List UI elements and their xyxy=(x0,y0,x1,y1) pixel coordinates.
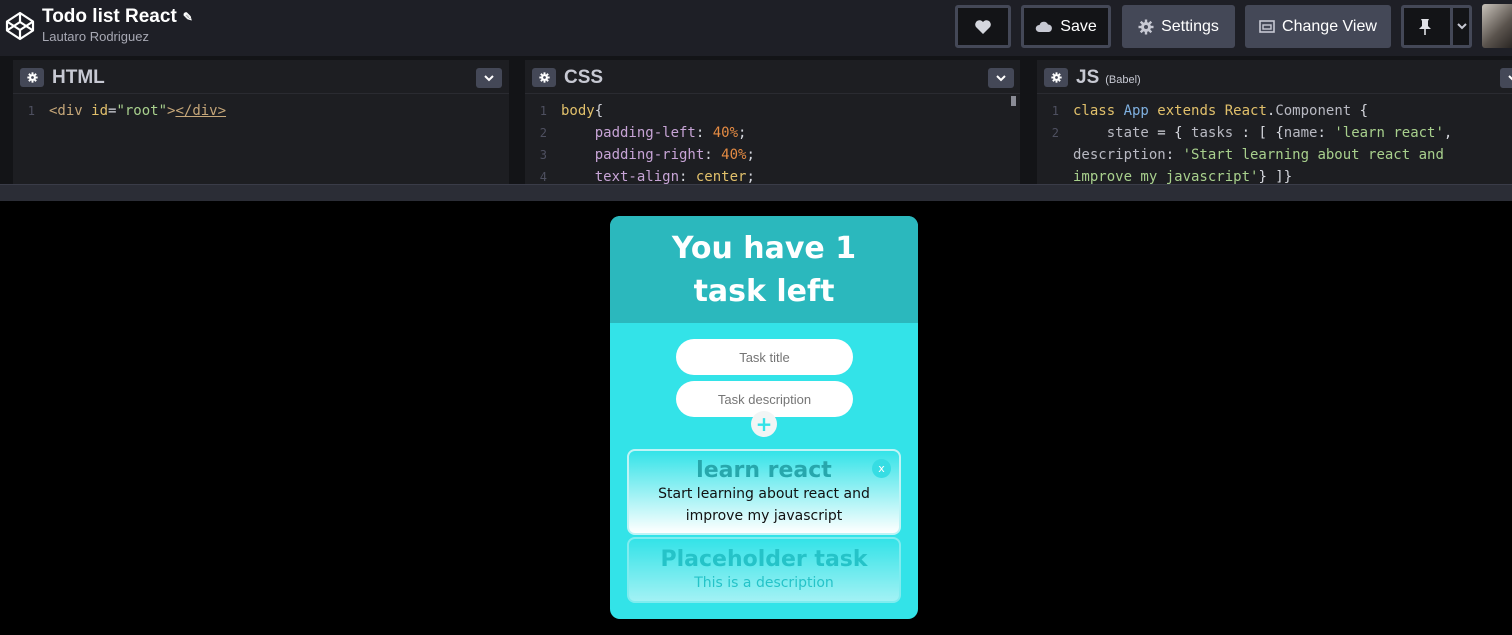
js-code[interactable]: 1 class App extends React. Component { 2 s… xyxy=(1037,94,1512,188)
result-preview: You have 1 task left + learn react Start… xyxy=(0,201,1512,635)
line-number: 2 xyxy=(539,126,547,140)
js-editor-label: JS xyxy=(1076,67,1100,88)
pen-title-block: Todo list React ✎ Lautaro Rodriguez xyxy=(42,6,193,44)
code-line: 1 body{ xyxy=(525,100,1020,122)
line-number: 1 xyxy=(539,104,547,118)
todo-header: You have 1 task left xyxy=(610,216,918,323)
scrollbar-thumb[interactable] xyxy=(1011,96,1016,106)
top-bar: Todo list React ✎ Lautaro Rodriguez Save… xyxy=(0,0,1512,56)
settings-button[interactable]: Settings xyxy=(1122,5,1235,48)
pin-button[interactable] xyxy=(1401,5,1472,48)
pencil-icon[interactable]: ✎ xyxy=(183,10,193,24)
line-number: 1 xyxy=(27,104,35,118)
window-icon xyxy=(1259,20,1275,33)
task-description: Start learning about react and improve m… xyxy=(658,486,870,524)
cloud-icon xyxy=(1036,21,1053,32)
css-editor-title: CSS xyxy=(564,67,604,88)
line-number: 2 xyxy=(1051,126,1059,140)
html-editor-title: HTML xyxy=(52,67,105,88)
chevron-down-icon xyxy=(484,75,494,82)
css-editor[interactable]: CSS 1 body{ 2 padding-left: 40%; 3 paddin… xyxy=(525,60,1020,185)
task-name: Placeholder task xyxy=(660,547,868,572)
placeholder-task-card: Placeholder task This is a description xyxy=(627,537,901,603)
css-collapse-button[interactable] xyxy=(988,68,1014,88)
save-button[interactable]: Save xyxy=(1021,5,1111,48)
css-editor-header: CSS xyxy=(525,60,1020,94)
html-collapse-button[interactable] xyxy=(476,68,502,88)
chevron-down-icon[interactable] xyxy=(1456,18,1468,34)
codepen-logo-icon[interactable] xyxy=(4,10,36,42)
gear-icon xyxy=(538,72,550,83)
heart-icon xyxy=(975,19,991,34)
js-collapse-button[interactable] xyxy=(1500,68,1512,88)
remove-task-button[interactable]: x xyxy=(872,459,891,478)
code-line: 2 padding-left: 40%; xyxy=(525,122,1020,144)
code-line: 1 <div id = "root" > </div> xyxy=(13,100,509,122)
line-number xyxy=(1037,144,1073,166)
chevron-down-icon xyxy=(1508,75,1512,81)
editor-resize-handle[interactable] xyxy=(0,184,1512,201)
save-button-label: Save xyxy=(1060,17,1097,35)
pin-icon xyxy=(1419,18,1431,35)
change-view-button-label: Change View xyxy=(1282,17,1377,35)
task-title-input[interactable] xyxy=(676,339,853,375)
change-view-button[interactable]: Change View xyxy=(1245,5,1391,48)
task-description: This is a description xyxy=(694,575,834,591)
js-settings-button[interactable] xyxy=(1044,68,1068,87)
add-task-button[interactable]: + xyxy=(751,411,777,437)
editor-panels: HTML 1 <div id = "root" > </div> CSS 1 body{ 2… xyxy=(0,56,1512,185)
gear-icon xyxy=(1050,72,1062,83)
css-settings-button[interactable] xyxy=(532,68,556,87)
gear-icon xyxy=(26,72,38,83)
html-editor[interactable]: HTML 1 <div id = "root" > </div> xyxy=(13,60,509,184)
js-editor-header: JS (Babel) xyxy=(1037,60,1512,94)
code-line: 2 state = { tasks : [ {name: 'learn reac… xyxy=(1037,122,1512,144)
html-code[interactable]: 1 <div id = "root" > </div> xyxy=(13,94,509,122)
pen-author[interactable]: Lautaro Rodriguez xyxy=(42,29,193,44)
pen-title[interactable]: Todo list React ✎ xyxy=(42,6,193,28)
html-editor-header: HTML xyxy=(13,60,509,94)
gear-icon xyxy=(1138,19,1154,34)
js-editor[interactable]: JS (Babel) 1 class App extends React. Compo… xyxy=(1037,60,1512,185)
line-number: 3 xyxy=(539,148,547,162)
pen-title-text[interactable]: Todo list React xyxy=(42,6,177,28)
avatar[interactable] xyxy=(1482,4,1512,48)
html-settings-button[interactable] xyxy=(20,68,44,87)
css-code[interactable]: 1 body{ 2 padding-left: 40%; 3 padding-ri… xyxy=(525,94,1020,188)
line-number: 1 xyxy=(1051,104,1059,118)
code-line: 3 padding-right: 40%; xyxy=(525,144,1020,166)
js-editor-preprocessor: (Babel) xyxy=(1105,74,1141,86)
tasks-left-heading: You have 1 task left xyxy=(671,230,857,309)
task-card: learn react Start learning about react a… xyxy=(627,449,901,535)
code-line: description: 'Start learning about react… xyxy=(1037,144,1512,166)
code-line: 1 class App extends React. Component { xyxy=(1037,100,1512,122)
chevron-down-icon xyxy=(996,75,1006,82)
task-name: learn react xyxy=(696,458,832,483)
todo-app: You have 1 task left + learn react Start… xyxy=(610,216,918,619)
heart-button[interactable] xyxy=(955,5,1011,48)
pin-divider xyxy=(1450,8,1453,45)
settings-button-label: Settings xyxy=(1161,17,1219,35)
js-editor-title: JS (Babel) xyxy=(1076,67,1141,89)
